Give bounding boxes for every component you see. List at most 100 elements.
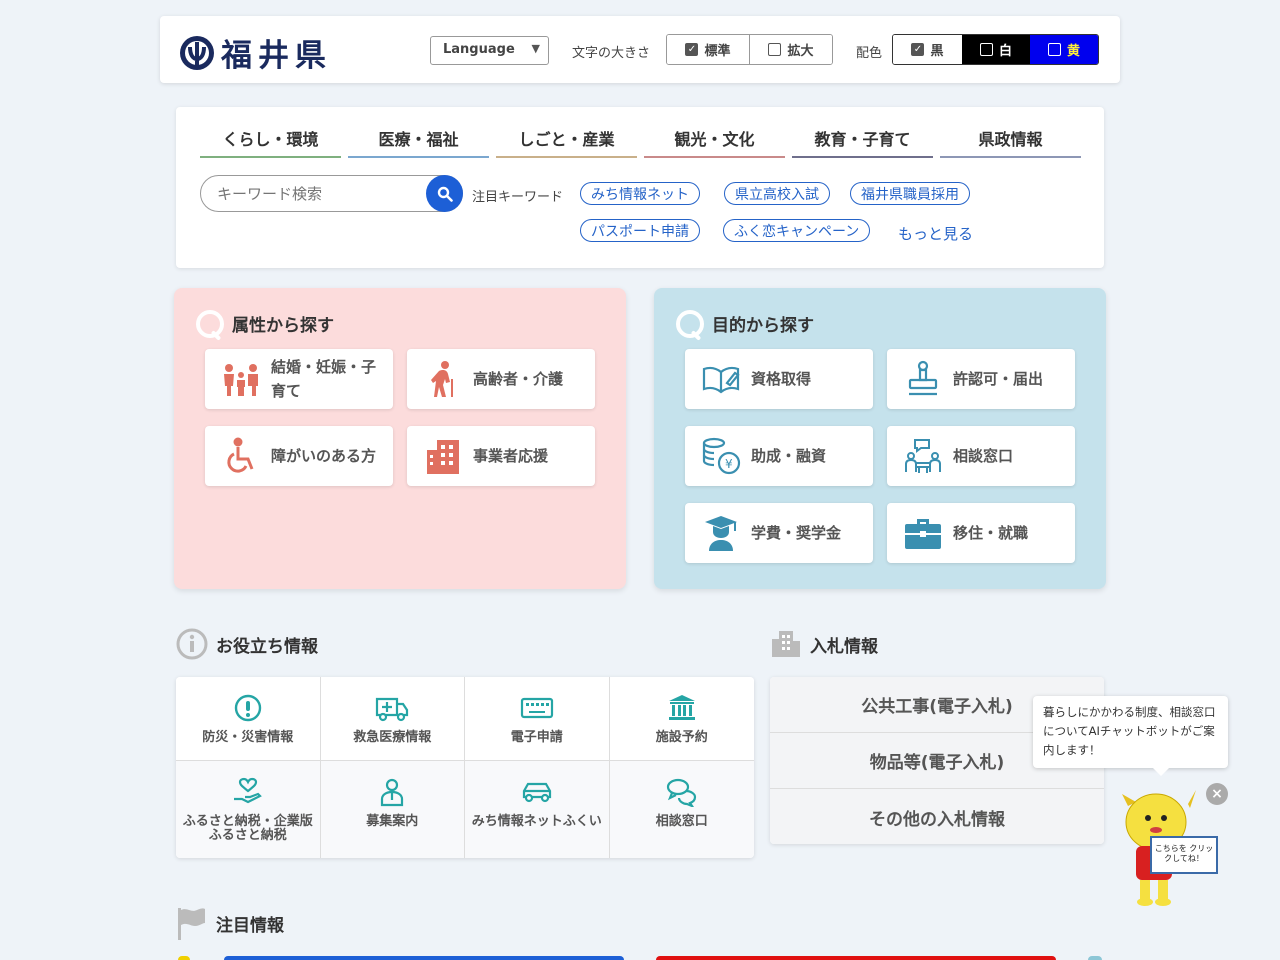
info-icon <box>176 628 208 660</box>
global-nav-card: くらし・環境 医療・福祉 しごと・産業 観光・文化 教育・子育て 県政情報 注目… <box>176 107 1104 268</box>
attribute-marriage-childcare-button[interactable]: 結婚・妊娠・子育て <box>205 349 393 409</box>
category-tabs: くらし・環境 医療・福祉 しごと・産業 観光・文化 教育・子育て 県政情報 <box>200 121 1081 158</box>
useful-consultation[interactable]: 相談窓口 <box>609 761 754 858</box>
checkbox-icon <box>768 43 782 56</box>
color-yellow-button[interactable]: 黄 <box>1030 35 1098 64</box>
purpose-relocation-button[interactable]: 移住・就職 <box>887 503 1075 563</box>
keyword-tag[interactable]: 県立高校入試 <box>724 182 830 205</box>
elderly-icon <box>423 359 463 399</box>
coins-icon: ¥ <box>701 436 741 476</box>
useful-facility-reservation[interactable]: 施設予約 <box>609 677 754 761</box>
attribute-item-label: 結婚・妊娠・子育て <box>271 358 377 400</box>
font-size-large-label: 拡大 <box>787 44 814 59</box>
attribute-disability-button[interactable]: 障がいのある方 <box>205 426 393 486</box>
keyword-tag[interactable]: みち情報ネット <box>580 182 700 205</box>
tab-tourism-culture[interactable]: 観光・文化 <box>644 121 785 158</box>
useful-item-label: ふるさと納税・企業版ふるさと納税 <box>182 814 313 844</box>
font-size-label: 文字の大きさ <box>572 46 651 61</box>
color-white-button[interactable]: 白 <box>962 35 1030 64</box>
ambulance-icon <box>375 693 409 723</box>
font-size-toggle: ✓ 標準 拡大 <box>666 34 833 65</box>
chatbot-bubble[interactable]: 暮らしにかかわる制度、相談窓口についてAIチャットボットがご案内します！ <box>1033 696 1228 776</box>
svg-text:¥: ¥ <box>725 457 733 471</box>
font-size-large-button[interactable]: 拡大 <box>749 35 832 64</box>
carousel-next-button[interactable] <box>1088 956 1102 960</box>
useful-electronic-application[interactable]: 電子申請 <box>465 677 610 761</box>
attribute-panel-title: 属性から探す <box>194 308 334 338</box>
color-scheme-label: 配色 <box>856 46 883 61</box>
attribute-elderly-care-button[interactable]: 高齢者・介護 <box>407 349 595 409</box>
heart-hand-icon <box>231 777 265 807</box>
magnifier-icon <box>674 308 704 338</box>
chatbot-sign[interactable]: こちらを クリックしてね！ <box>1150 836 1218 874</box>
magnifier-icon <box>194 308 224 338</box>
keyboard-icon <box>520 693 554 723</box>
open-book-icon <box>701 359 741 399</box>
more-keywords-link[interactable]: もっと見る <box>898 223 973 244</box>
search-input[interactable] <box>217 185 417 203</box>
building-icon <box>423 436 463 476</box>
font-size-standard-button[interactable]: ✓ 標準 <box>667 35 749 64</box>
tab-work-industry[interactable]: しごと・産業 <box>496 121 637 158</box>
useful-disaster-info[interactable]: 防災・災害情報 <box>176 677 321 761</box>
color-yellow-label: 黄 <box>1066 44 1080 59</box>
featured-banner[interactable] <box>656 956 1056 960</box>
featured-heading: 注目情報 <box>176 906 284 940</box>
useful-item-label: 防災・災害情報 <box>202 730 294 745</box>
purpose-consultation-button[interactable]: 相談窓口 <box>887 426 1075 486</box>
checkbox-icon <box>979 43 993 56</box>
keyword-tag[interactable]: 福井県職員採用 <box>850 182 970 205</box>
attribute-item-label: 高齢者・介護 <box>473 370 564 388</box>
keyword-tag[interactable]: ふく恋キャンペーン <box>723 219 871 242</box>
language-label: Language <box>443 42 515 57</box>
useful-info-grid: 防災・災害情報 救急医療情報 電子申請 施設予約 ふるさと納税・企業版ふるさと納… <box>176 677 754 858</box>
useful-item-label: 救急医療情報 <box>353 730 432 745</box>
tab-medical-welfare[interactable]: 医療・福祉 <box>348 121 489 158</box>
prefecture-emblem-icon <box>180 35 214 70</box>
font-size-standard-label: 標準 <box>704 44 731 59</box>
checkbox-checked-icon: ✓ <box>911 43 925 56</box>
chat-bubbles-icon <box>665 777 699 807</box>
useful-info-title: お役立ち情報 <box>216 636 318 657</box>
color-black-button[interactable]: ✓ 黒 <box>893 35 962 64</box>
bidding-other-link[interactable]: その他の入札情報 <box>770 789 1104 844</box>
purpose-item-label: 相談窓口 <box>953 447 1014 465</box>
tab-prefectural-info[interactable]: 県政情報 <box>940 121 1081 158</box>
wheelchair-icon <box>221 436 261 476</box>
site-logo[interactable]: 福井県 <box>179 30 332 75</box>
dropdown-arrow-icon: ▼ <box>531 42 540 55</box>
tab-life-environment[interactable]: くらし・環境 <box>200 121 341 158</box>
useful-hometown-tax[interactable]: ふるさと納税・企業版ふるさと納税 <box>176 761 321 858</box>
keyword-tag[interactable]: パスポート申請 <box>580 219 700 242</box>
checkbox-checked-icon: ✓ <box>685 43 699 56</box>
search-icon <box>437 186 453 202</box>
useful-recruitment[interactable]: 募集案内 <box>320 761 465 858</box>
logo-text: 福井県 <box>221 38 332 74</box>
useful-emergency-medical[interactable]: 救急医療情報 <box>320 677 465 761</box>
tab-education-childcare[interactable]: 教育・子育て <box>792 121 933 158</box>
useful-road-info[interactable]: みち情報ネットふくい <box>465 761 610 858</box>
useful-item-label: みち情報ネットふくい <box>471 814 602 829</box>
search-button[interactable] <box>426 175 463 212</box>
featured-banner[interactable] <box>224 956 624 960</box>
purpose-search-panel: 目的から探す 資格取得 許認可・届出 ¥ 助成・融資 相談窓口 学費・奨学金 移… <box>654 288 1106 589</box>
flag-icon <box>178 908 205 940</box>
purpose-permits-button[interactable]: 許認可・届出 <box>887 349 1075 409</box>
carousel-indicator <box>178 956 190 960</box>
purpose-panel-title-text: 目的から探す <box>712 315 814 336</box>
alert-icon <box>231 693 265 723</box>
bidding-heading: 入札情報 <box>770 629 878 659</box>
language-select[interactable]: Language ▼ <box>430 36 549 65</box>
color-black-label: 黒 <box>930 44 944 59</box>
attribute-business-support-button[interactable]: 事業者応援 <box>407 426 595 486</box>
useful-info-heading: お役立ち情報 <box>176 628 318 660</box>
person-icon <box>375 777 409 807</box>
attribute-panel-title-text: 属性から探す <box>232 315 334 336</box>
graduate-icon <box>701 513 741 553</box>
institution-icon <box>665 693 699 723</box>
purpose-subsidies-button[interactable]: ¥ 助成・融資 <box>685 426 873 486</box>
family-icon <box>221 359 261 399</box>
purpose-scholarship-button[interactable]: 学費・奨学金 <box>685 503 873 563</box>
purpose-qualification-button[interactable]: 資格取得 <box>685 349 873 409</box>
consultation-icon <box>903 436 943 476</box>
